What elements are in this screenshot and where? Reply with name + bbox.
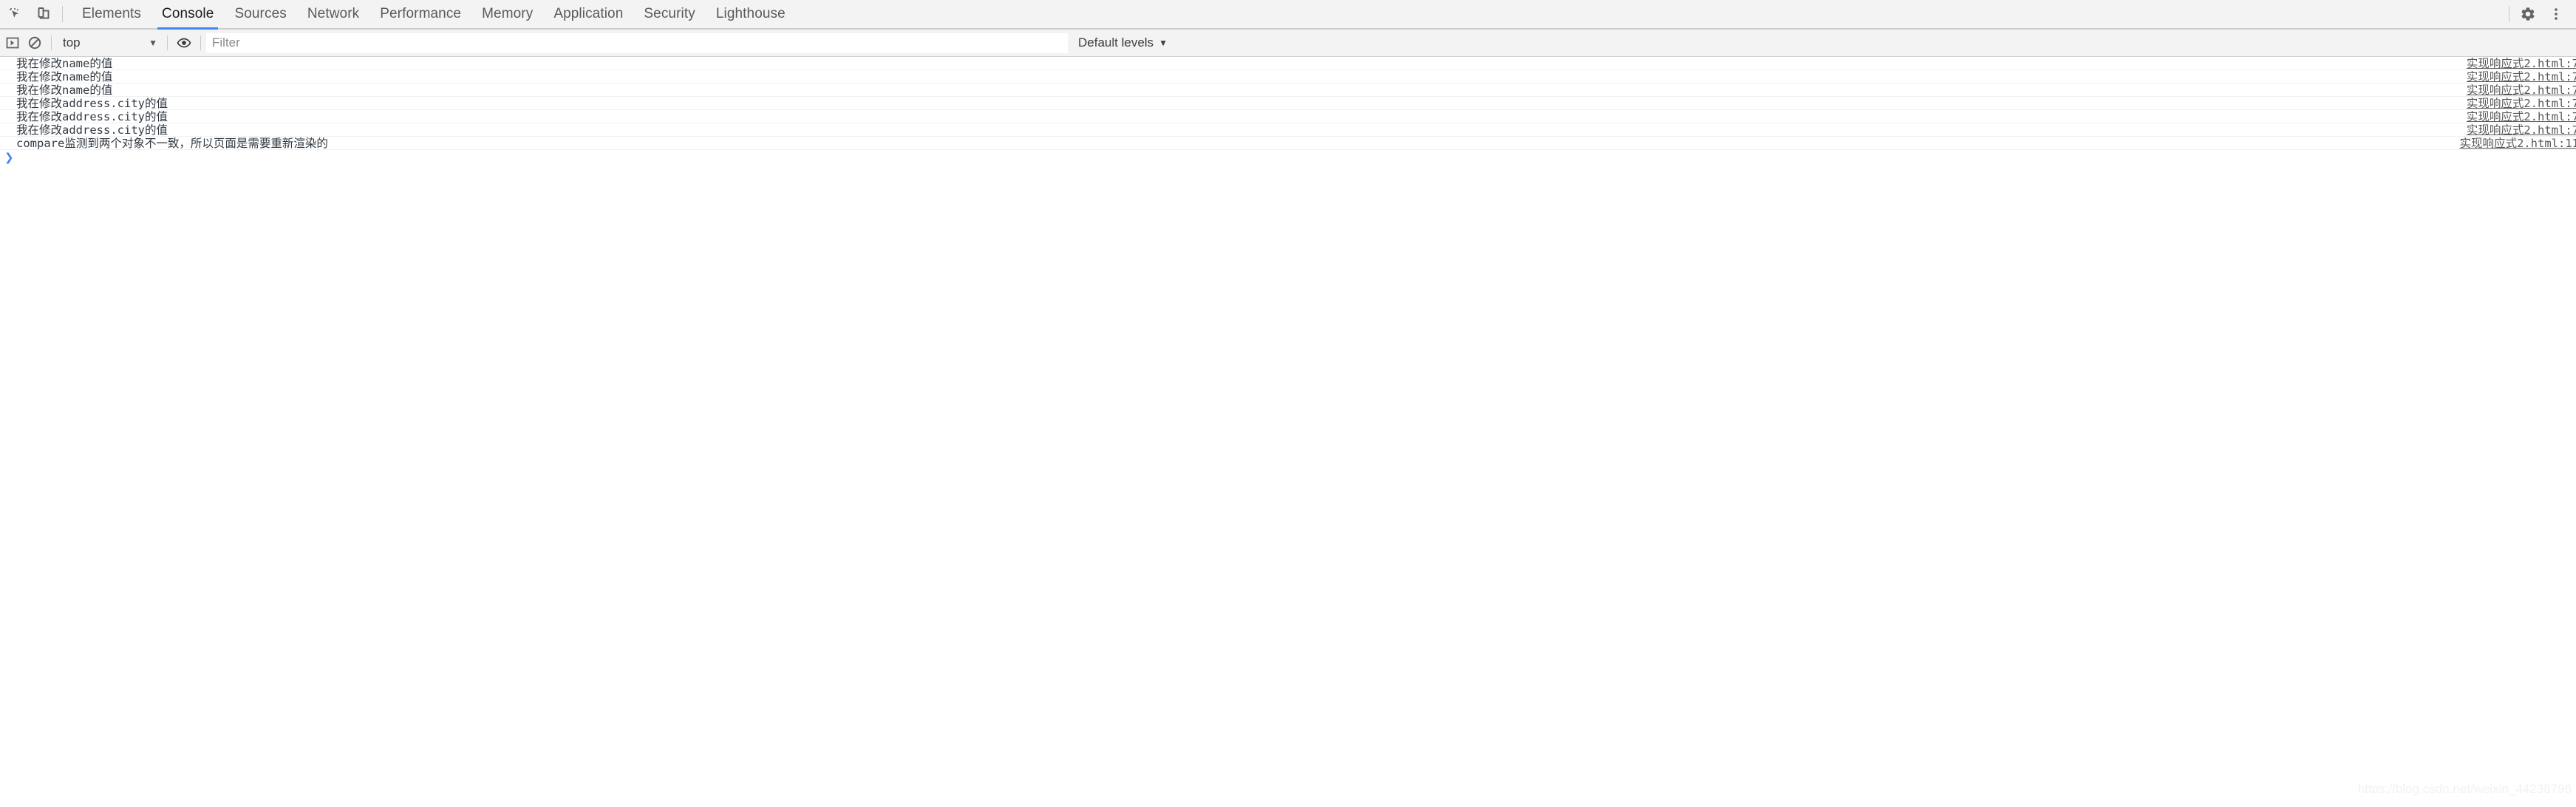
console-message-row[interactable]: 我在修改address.city的值 实现响应式2.html:7 — [0, 123, 2576, 137]
chevron-down-icon: ▼ — [149, 38, 157, 48]
tab-console[interactable]: Console — [151, 0, 224, 30]
tab-security[interactable]: Security — [633, 0, 705, 28]
tab-label: Network — [307, 6, 360, 21]
log-levels-selector[interactable]: Default levels ▼ — [1078, 35, 1168, 50]
console-message-row[interactable]: 我在修改name的值 实现响应式2.html:7 — [0, 57, 2576, 70]
console-message-source-link[interactable]: 实现响应式2.html:7 — [2467, 110, 2576, 123]
console-message-text: 我在修改name的值 — [16, 83, 113, 97]
tab-label: Sources — [234, 6, 287, 21]
console-message-row[interactable]: 我在修改address.city的值 实现响应式2.html:7 — [0, 97, 2576, 110]
console-message-row[interactable]: 我在修改name的值 实现响应式2.html:7 — [0, 70, 2576, 84]
execution-context-value: top — [63, 35, 81, 50]
console-message-row[interactable]: 我在修改name的值 实现响应式2.html:7 — [0, 84, 2576, 97]
console-message-text: 我在修改address.city的值 — [16, 123, 168, 137]
tab-bar-divider — [62, 6, 63, 22]
log-levels-label: Default levels — [1078, 35, 1154, 50]
tab-elements[interactable]: Elements — [72, 0, 151, 28]
console-toolbar-divider-1 — [51, 35, 52, 50]
tab-label: Elements — [82, 6, 142, 21]
console-message-source-link[interactable]: 实现响应式2.html:7 — [2467, 123, 2576, 137]
tab-bar-right-icons — [2504, 0, 2576, 28]
console-message-list: 我在修改name的值 实现响应式2.html:7 我在修改name的值 实现响应… — [0, 57, 2576, 150]
tab-label: Performance — [380, 6, 462, 21]
tab-label: Security — [644, 6, 695, 21]
inspect-cursor-icon[interactable] — [1, 0, 30, 28]
console-toolbar: top ▼ Default levels ▼ — [0, 30, 2576, 57]
execution-context-selector[interactable]: top ▼ — [57, 33, 162, 52]
console-message-row[interactable]: compare监测到两个对象不一致，所以页面是需要重新渲染的 实现响应式2.ht… — [0, 137, 2576, 150]
tab-label: Console — [162, 6, 214, 21]
console-message-source-link[interactable]: 实现响应式2.html:7 — [2467, 84, 2576, 97]
vertical-dots-icon[interactable] — [2542, 0, 2570, 28]
console-message-source-link[interactable]: 实现响应式2.html:7 — [2467, 57, 2576, 70]
clear-console-icon[interactable] — [24, 32, 46, 54]
prompt-chevron-icon: ❯ — [4, 150, 14, 164]
tab-label: Memory — [482, 6, 534, 21]
console-message-text: 我在修改address.city的值 — [16, 96, 168, 110]
console-toolbar-divider-3 — [200, 35, 201, 50]
console-toolbar-divider-2 — [167, 35, 168, 50]
tab-network[interactable]: Network — [297, 0, 369, 28]
filter-input[interactable] — [206, 33, 1068, 53]
tab-lighthouse[interactable]: Lighthouse — [706, 0, 796, 28]
panel-tabs: Elements Console Sources Network Perform… — [72, 0, 796, 30]
tab-bar-left-icons — [0, 0, 67, 28]
tab-performance[interactable]: Performance — [369, 0, 471, 28]
console-message-row[interactable]: 我在修改address.city的值 实现响应式2.html:7 — [0, 110, 2576, 123]
chevron-down-icon: ▼ — [1159, 38, 1168, 48]
show-console-sidebar-icon[interactable] — [1, 32, 24, 54]
console-message-source-link[interactable]: 实现响应式2.html:7 — [2467, 70, 2576, 84]
tab-application[interactable]: Application — [543, 0, 633, 28]
tab-label: Application — [553, 6, 624, 21]
console-message-text: compare监测到两个对象不一致，所以页面是需要重新渲染的 — [16, 136, 328, 150]
device-toolbar-icon[interactable] — [30, 0, 58, 28]
console-message-text: 我在修改name的值 — [16, 56, 113, 70]
tab-label: Lighthouse — [715, 6, 786, 21]
eye-live-expression-icon[interactable] — [173, 32, 195, 54]
tab-memory[interactable]: Memory — [471, 0, 543, 28]
console-message-source-link[interactable]: 实现响应式2.html:11 — [2460, 137, 2576, 150]
devtools-tab-bar: Elements Console Sources Network Perform… — [0, 0, 2576, 30]
console-message-text: 我在修改address.city的值 — [16, 109, 168, 123]
watermark: https://blog.csdn.net/weixin_44238796 — [2357, 782, 2572, 796]
console-prompt[interactable]: ❯ — [0, 150, 2576, 165]
console-message-text: 我在修改name的值 — [16, 69, 113, 84]
gear-icon[interactable] — [2514, 0, 2542, 28]
console-message-source-link[interactable]: 实现响应式2.html:7 — [2467, 97, 2576, 110]
tab-sources[interactable]: Sources — [224, 0, 296, 28]
